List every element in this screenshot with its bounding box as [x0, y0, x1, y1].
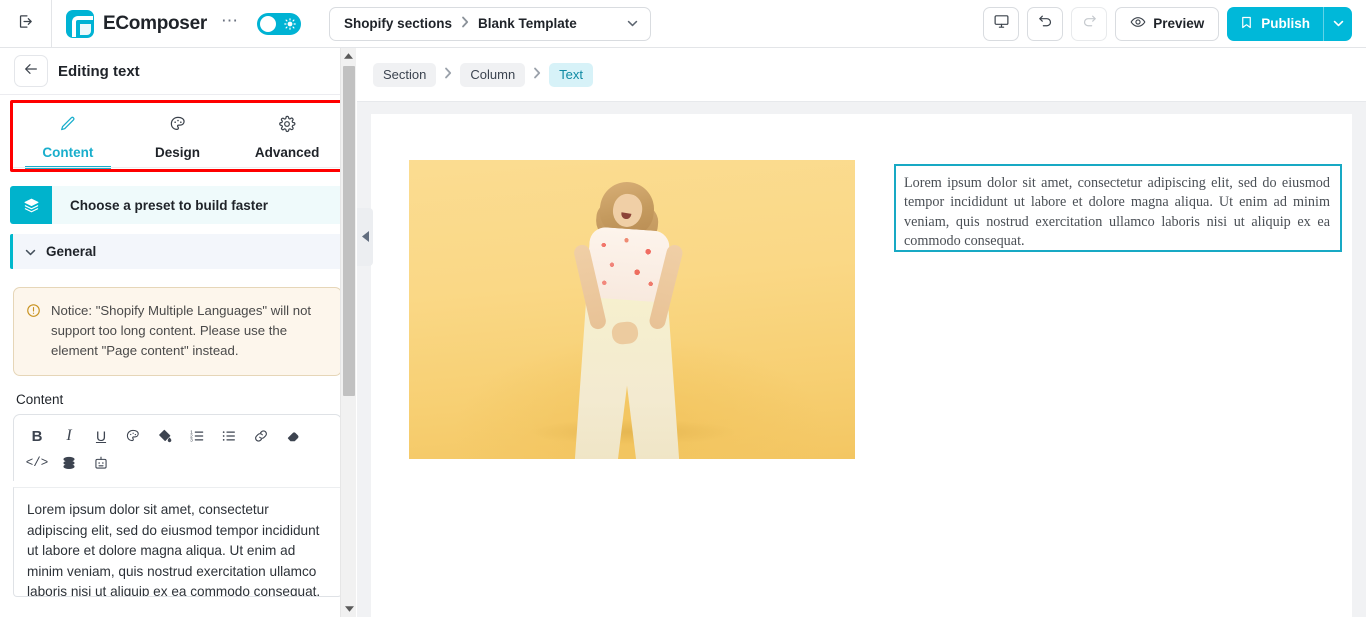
scrollbar-thumb[interactable]: [343, 66, 355, 396]
general-section-label: General: [46, 244, 97, 259]
toolbar-row-2: </>: [24, 451, 331, 475]
tab-content[interactable]: Content: [13, 103, 123, 169]
canvas-breadcrumb-bar: Section Column Text: [357, 48, 1366, 102]
layers-icon: [10, 186, 52, 224]
page-title: Editing text: [58, 62, 140, 80]
brand-logo[interactable]: EComposer: [52, 9, 207, 38]
arrow-left-icon: [23, 61, 39, 82]
underline-icon[interactable]: U: [88, 424, 114, 448]
exit-icon: [17, 13, 34, 35]
theme-toggle[interactable]: [256, 12, 301, 35]
panel-collapse-handle[interactable]: [357, 208, 373, 266]
top-bar: EComposer ⋯ Shopify sections Blank Templ…: [0, 0, 1366, 48]
toggle-knob: [259, 15, 276, 32]
sidebar-scrollbar[interactable]: [340, 48, 356, 617]
bullet-list-icon[interactable]: [216, 424, 242, 448]
tab-advanced[interactable]: Advanced: [232, 103, 342, 169]
pencil-icon: [59, 115, 77, 138]
warning-circle-icon: [26, 301, 41, 361]
redo-button[interactable]: [1071, 6, 1108, 41]
bold-icon[interactable]: B: [24, 424, 50, 448]
text-color-palette-icon[interactable]: [120, 424, 146, 448]
tab-design[interactable]: Design: [123, 103, 233, 169]
gear-icon: [278, 115, 296, 138]
chevron-down-icon[interactable]: [601, 18, 638, 30]
publish-button-group: Publish: [1227, 6, 1352, 41]
preview-label: Preview: [1153, 16, 1205, 31]
sun-icon: [283, 17, 297, 31]
notice-text: Notice: "Shopify Multiple Languages" wil…: [51, 303, 312, 358]
tab-advanced-label: Advanced: [254, 144, 320, 160]
selected-text-element[interactable]: Lorem ipsum dolor sit amet, consectetur …: [894, 164, 1342, 252]
ai-robot-icon[interactable]: [88, 451, 114, 475]
device-preview-button[interactable]: [983, 6, 1020, 41]
back-button[interactable]: [14, 55, 48, 87]
ordered-list-icon[interactable]: 1 2 3: [184, 424, 210, 448]
more-dots-icon[interactable]: ⋯: [221, 12, 239, 32]
bookmark-icon: [1239, 15, 1254, 33]
italic-icon[interactable]: I: [56, 424, 82, 448]
publish-button[interactable]: Publish: [1227, 7, 1323, 41]
canvas-viewport: Lorem ipsum dolor sit amet, consectetur …: [357, 102, 1366, 617]
svg-text:3: 3: [190, 437, 193, 443]
undo-icon: [1037, 13, 1054, 35]
general-section-header[interactable]: General: [10, 234, 345, 269]
breadcrumb-current[interactable]: Blank Template: [478, 16, 577, 31]
publish-dropdown-button[interactable]: [1323, 6, 1352, 41]
breadcrumb-chip-text[interactable]: Text: [549, 62, 594, 87]
desktop-icon: [993, 13, 1010, 35]
ecomposer-logo-icon: [66, 9, 94, 38]
tabs-annotation-highlight: Content Design Advanced: [10, 100, 345, 172]
redo-icon: [1081, 13, 1098, 35]
preview-button[interactable]: Preview: [1115, 6, 1220, 41]
link-icon[interactable]: [248, 424, 274, 448]
publish-label: Publish: [1261, 16, 1310, 31]
hero-image[interactable]: [409, 160, 855, 459]
chevron-down-icon: [1333, 18, 1344, 30]
eye-icon: [1130, 14, 1146, 33]
tab-design-label: Design: [155, 144, 201, 160]
breadcrumb-chip-column[interactable]: Column: [460, 62, 526, 87]
canvas-page: Lorem ipsum dolor sit amet, consectetur …: [371, 114, 1352, 617]
choose-preset-label: Choose a preset to build faster: [70, 197, 269, 213]
breadcrumb-separator: [532, 67, 542, 82]
content-textarea[interactable]: Lorem ipsum dolor sit amet, consectetur …: [13, 487, 342, 597]
content-field-label: Content: [16, 392, 64, 407]
breadcrumb-separator: [443, 67, 453, 82]
html-code-icon[interactable]: </>: [24, 451, 50, 475]
exit-button[interactable]: [0, 0, 52, 48]
dynamic-source-icon[interactable]: [56, 451, 82, 475]
notice-banner: Notice: "Shopify Multiple Languages" wil…: [13, 287, 342, 376]
choose-preset-banner[interactable]: Choose a preset to build faster: [10, 186, 345, 224]
palette-icon: [169, 115, 187, 138]
brand-name: EComposer: [103, 12, 207, 34]
breadcrumb-separator: [461, 16, 469, 31]
chevron-down-icon: [25, 243, 36, 261]
undo-button[interactable]: [1027, 6, 1064, 41]
left-settings-panel: Editing text Content Design Advanced Cho…: [0, 48, 356, 617]
clear-format-eraser-icon[interactable]: [280, 424, 306, 448]
scroll-up-arrow-icon[interactable]: [341, 48, 356, 64]
breadcrumb-chip-section[interactable]: Section: [373, 62, 437, 87]
highlight-fill-icon[interactable]: [152, 424, 178, 448]
rich-text-editor-toolbar: B I U 1 2 3 </>: [13, 414, 342, 481]
chevron-left-icon: [361, 230, 369, 244]
topbar-actions: Preview Publish: [983, 6, 1366, 41]
panel-header: Editing text: [0, 48, 355, 95]
breadcrumb-root[interactable]: Shopify sections: [344, 16, 452, 31]
settings-tabs: Content Design Advanced: [13, 103, 342, 169]
toolbar-row-1: B I U 1 2 3: [24, 424, 331, 448]
scroll-down-arrow-icon[interactable]: [341, 601, 357, 617]
tab-content-label: Content: [42, 144, 94, 160]
text-element-content[interactable]: Lorem ipsum dolor sit amet, consectetur …: [904, 174, 1330, 252]
template-breadcrumb-selector[interactable]: Shopify sections Blank Template: [328, 6, 651, 41]
ecomposer-editor-window: EComposer ⋯ Shopify sections Blank Templ…: [0, 0, 1366, 617]
content-textarea-value: Lorem ipsum dolor sit amet, consectetur …: [27, 502, 321, 597]
